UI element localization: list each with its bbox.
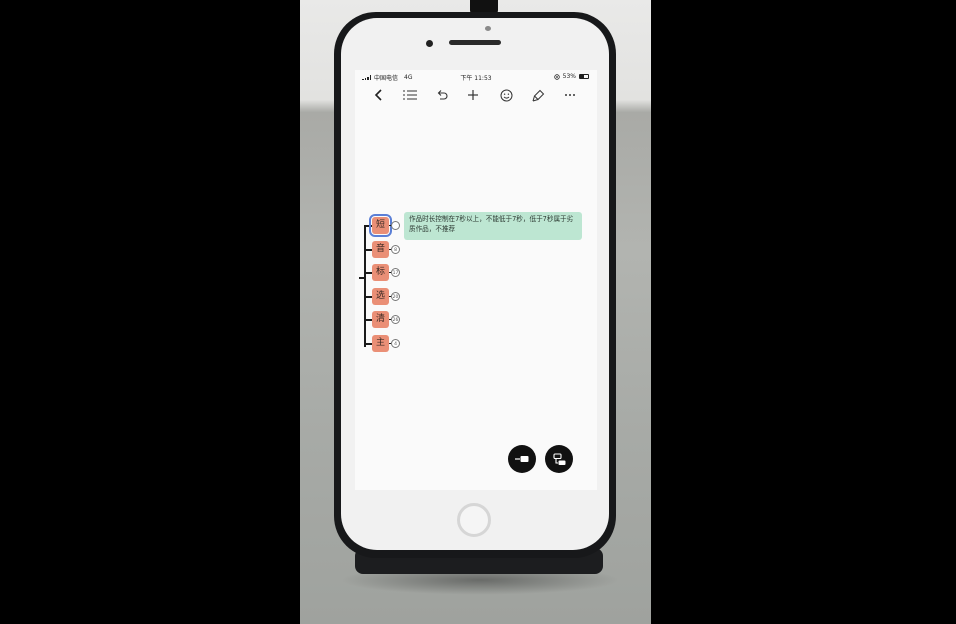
connector-branch	[364, 225, 372, 227]
child-node-icon	[552, 452, 565, 465]
connector-branch	[364, 343, 372, 345]
battery-percent: 53%	[562, 73, 576, 80]
mindmap-node[interactable]: 主	[372, 335, 389, 352]
phone-screen: 中国电信 4G 下午 11:53 53% 短 音 8 标 17 选 20 清 2…	[355, 70, 597, 490]
mindmap-node[interactable]: 选	[372, 288, 389, 305]
collapse-count-badge[interactable]: 4	[391, 339, 400, 348]
mindmap-node[interactable]: 清	[372, 311, 389, 328]
collapse-count-badge[interactable]	[391, 221, 400, 230]
collapse-count-badge[interactable]: 26	[391, 315, 400, 324]
insert-child-button[interactable]	[545, 445, 573, 473]
emoji-icon[interactable]	[496, 86, 516, 104]
connector-trunk	[364, 227, 366, 347]
collapse-count-badge[interactable]: 20	[391, 292, 400, 301]
proximity-sensor	[485, 26, 491, 31]
earpiece-speaker	[449, 40, 501, 45]
highlighter-icon[interactable]	[528, 86, 548, 104]
connector-branch	[364, 272, 372, 274]
connector-branch	[364, 296, 372, 298]
add-icon[interactable]	[463, 86, 483, 104]
connector-root	[359, 277, 364, 279]
mindmap-node[interactable]: 标	[372, 264, 389, 281]
status-bar: 中国电信 4G 下午 11:53 53%	[355, 70, 597, 83]
battery-icon	[579, 74, 589, 79]
collapse-count-badge[interactable]: 8	[391, 245, 400, 254]
mindmap-node[interactable]: 音	[372, 241, 389, 258]
location-icon	[553, 73, 560, 80]
collapse-count-badge[interactable]: 17	[391, 268, 400, 277]
node-note-bubble[interactable]: 作品时长控制在7秒以上，不能低于7秒，低于7秒属于劣质作品，不推荐	[404, 212, 582, 240]
connector-branch	[364, 319, 372, 321]
home-button[interactable]	[457, 503, 491, 537]
sibling-node-icon	[515, 456, 529, 462]
insert-sibling-button[interactable]	[508, 445, 536, 473]
front-camera	[426, 40, 433, 47]
mindmap-node[interactable]: 短	[369, 214, 392, 237]
back-icon[interactable]	[369, 86, 389, 104]
editor-toolbar	[355, 84, 597, 106]
outline-list-icon[interactable]	[400, 86, 420, 104]
undo-icon[interactable]	[432, 86, 452, 104]
connector-branch	[364, 249, 372, 251]
more-icon[interactable]	[560, 86, 580, 104]
